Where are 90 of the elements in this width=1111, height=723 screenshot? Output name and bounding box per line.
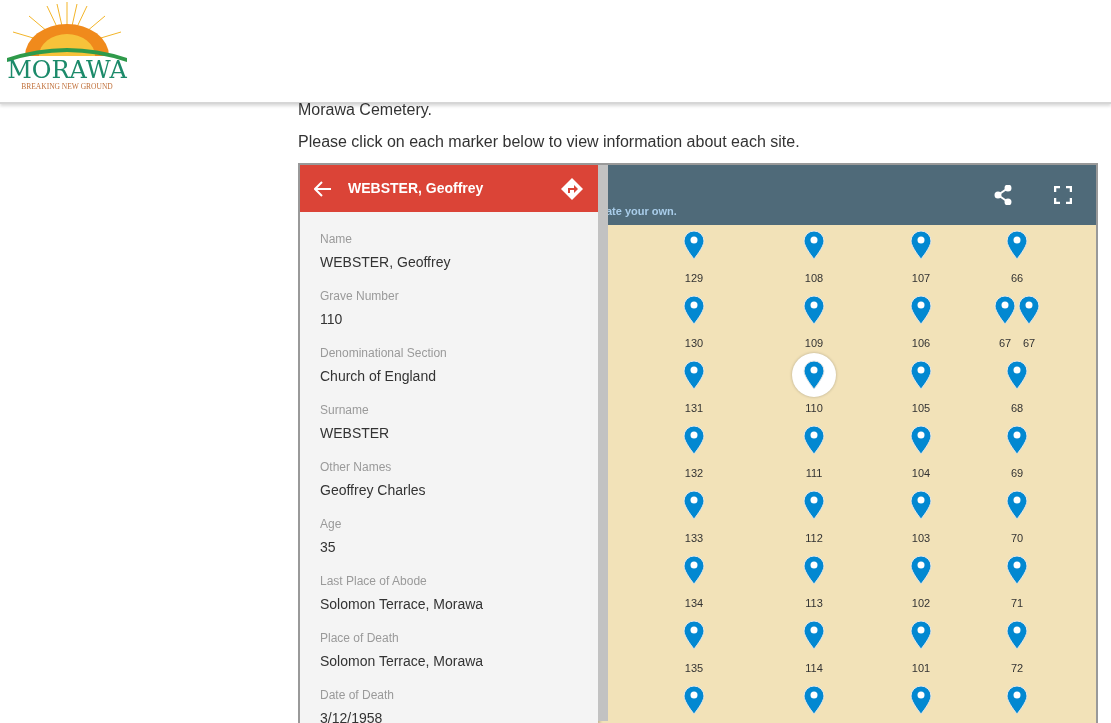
marker-label: 129	[683, 271, 705, 287]
map-pin-icon[interactable]	[1006, 425, 1028, 456]
map-pin-icon[interactable]	[1006, 685, 1028, 716]
map-pin-icon[interactable]	[910, 620, 932, 651]
fullscreen-icon[interactable]	[1054, 186, 1072, 205]
marker-label: 134	[683, 596, 705, 612]
map-pin-icon[interactable]	[683, 425, 705, 456]
map-pin-icon[interactable]	[683, 620, 705, 651]
field-label: Date of Death	[320, 688, 396, 703]
map-pin-icon[interactable]	[910, 360, 932, 391]
marker-label: 131	[683, 401, 705, 417]
marker-label: 68	[1009, 401, 1025, 417]
map-pin-icon[interactable]	[910, 490, 932, 521]
field-value: Geoffrey Charles	[320, 480, 427, 499]
field-label: Age	[320, 517, 343, 532]
back-arrow-icon[interactable]	[314, 180, 332, 197]
marker-label: 107	[910, 271, 932, 287]
map-pin-icon[interactable]	[683, 685, 705, 716]
map-pin-icon[interactable]	[683, 360, 705, 391]
marker-label: 106	[910, 336, 932, 352]
intro-heading: Morawa Cemetery.	[298, 100, 433, 120]
field-label: Grave Number	[320, 289, 400, 304]
field-label: Surname	[320, 403, 370, 418]
field-label: Place of Death	[320, 631, 400, 646]
field-value: 35	[320, 537, 337, 556]
field-value: 110	[320, 309, 344, 328]
field-value: 3/12/1958	[320, 708, 384, 723]
marker-label: 109	[803, 336, 825, 352]
map-pin-icon[interactable]	[803, 555, 825, 586]
map-pin-icon[interactable]	[910, 555, 932, 586]
field-value: Solomon Terrace, Morawa	[320, 651, 485, 670]
instruction-text: Please click on each marker below to view information about each site.	[298, 132, 801, 152]
marker-label: 101	[910, 661, 932, 677]
field-value: WEBSTER, Geoffrey	[320, 252, 452, 271]
map-pin-icon[interactable]	[683, 555, 705, 586]
map-pin-icon[interactable]	[1006, 360, 1028, 391]
marker-label: 108	[803, 271, 825, 287]
field-value: Solomon Terrace, Morawa	[320, 594, 485, 613]
marker-label: 70	[1009, 531, 1025, 547]
marker-label: 113	[804, 596, 824, 612]
field-label: Last Place of Abode	[320, 574, 428, 589]
map-pin-icon[interactable]	[1018, 295, 1040, 326]
marker-label: 102	[910, 596, 932, 612]
marker-label: 133	[683, 531, 705, 547]
directions-icon[interactable]	[560, 176, 584, 201]
marker-label: 103	[910, 531, 932, 547]
marker-label: 69	[1009, 466, 1025, 482]
map-pin-icon[interactable]	[683, 490, 705, 521]
map-pin-icon[interactable]	[910, 230, 932, 261]
map-pin-icon[interactable]	[683, 230, 705, 261]
marker-label: 66	[1009, 271, 1025, 287]
map-pin-icon[interactable]	[803, 295, 825, 326]
marker-label: 67	[1021, 336, 1037, 352]
marker-label: 132	[683, 466, 705, 482]
share-icon[interactable]	[994, 185, 1012, 206]
marker-label: 105	[910, 401, 932, 417]
panel-title: WEBSTER, Geoffrey	[348, 179, 484, 199]
map-pin-icon[interactable]	[803, 685, 825, 716]
marker-label: 110	[804, 401, 824, 417]
marker-label: 114	[804, 661, 824, 677]
field-value: Church of England	[320, 366, 437, 385]
map-pin-icon[interactable]	[1006, 490, 1028, 521]
map-pin-icon[interactable]	[803, 620, 825, 651]
map-pin-icon[interactable]	[910, 685, 932, 716]
map-pin-icon[interactable]	[803, 490, 825, 521]
field-label: Other Names	[320, 460, 393, 475]
map-pin-icon[interactable]	[683, 295, 705, 326]
map-pin-icon[interactable]	[910, 425, 932, 456]
field-label: Denominational Section	[320, 346, 448, 361]
map-pin-icon[interactable]	[1006, 230, 1028, 261]
map-pin-icon[interactable]	[803, 230, 825, 261]
map-pin-icon[interactable]	[994, 295, 1016, 326]
marker-label: 135	[683, 661, 705, 677]
marker-label: 130	[683, 336, 705, 352]
field-value: WEBSTER	[320, 423, 391, 442]
map-pin-icon[interactable]	[803, 425, 825, 456]
map-pin-icon[interactable]	[1006, 620, 1028, 651]
logo-name: MORAWA	[7, 58, 127, 82]
scrollbar[interactable]	[598, 165, 608, 722]
map-pin-icon[interactable]	[1006, 555, 1028, 586]
marker-label: 112	[804, 531, 824, 547]
marker-label: 111	[804, 466, 824, 482]
marker-label: 71	[1009, 596, 1025, 612]
marker-label: 104	[910, 466, 932, 482]
field-label: Name	[320, 232, 353, 247]
map-view[interactable]	[298, 163, 1098, 723]
marker-label: 72	[1009, 661, 1025, 677]
map-pin-icon[interactable]	[910, 295, 932, 326]
map-pin-icon[interactable]	[803, 360, 825, 391]
marker-label: 67	[997, 336, 1013, 352]
